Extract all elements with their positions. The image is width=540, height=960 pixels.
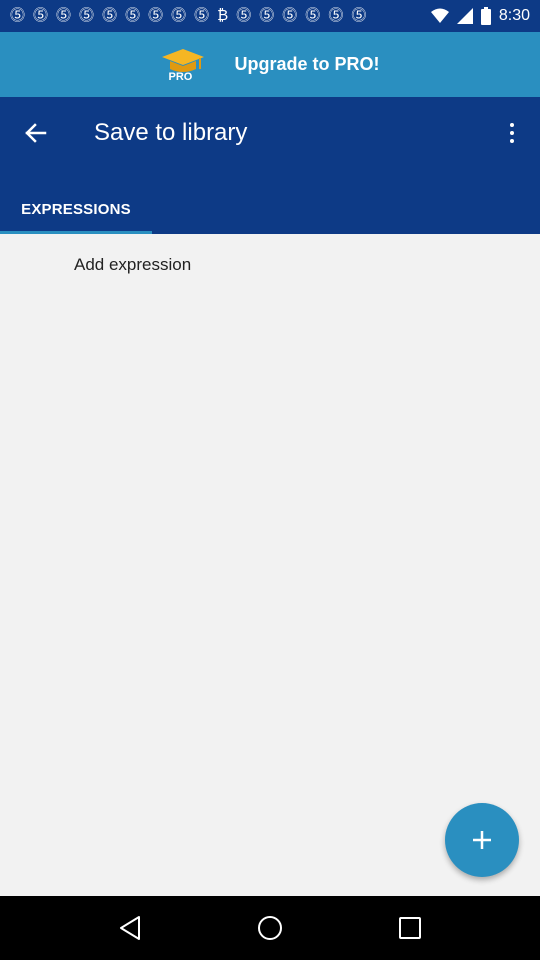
- notification-icons: ⓹ ⓹ ⓹ ⓹ ⓹ ⓹ ⓹ ⓹ ⓹ ₿ ⓹ ⓹ ⓹ ⓹ ⓹ ⓹: [10, 6, 366, 26]
- pinterest-icon: ⓹: [33, 7, 49, 24]
- upgrade-banner[interactable]: PRO Upgrade to PRO!: [0, 32, 540, 97]
- battery-icon: [480, 7, 491, 25]
- status-bar: ⓹ ⓹ ⓹ ⓹ ⓹ ⓹ ⓹ ⓹ ⓹ ₿ ⓹ ⓹ ⓹ ⓹ ⓹ ⓹ 8:30: [0, 0, 540, 32]
- pinterest-icon: ⓹: [236, 7, 252, 24]
- plus-icon: [473, 831, 491, 849]
- list-item-label: Add expression: [74, 255, 192, 274]
- nav-home-icon: [258, 916, 282, 940]
- pinterest-icon: ⓹: [10, 7, 26, 24]
- add-expression-item[interactable]: Add expression: [0, 234, 540, 296]
- app-bar: Save to library EXPRESSIONS: [0, 97, 540, 234]
- nav-recents-icon: [399, 917, 421, 939]
- pinterest-icon: ⓹: [194, 7, 210, 24]
- add-button[interactable]: [445, 803, 519, 877]
- wifi-icon: [430, 8, 449, 23]
- nav-back-icon: [120, 916, 140, 940]
- pinterest-icon: ⓹: [56, 7, 72, 24]
- pinterest-icon: ⓹: [79, 7, 95, 24]
- pinterest-icon: ⓹: [102, 7, 118, 24]
- page-title: Save to library: [94, 119, 248, 146]
- pinterest-icon: ⓹: [305, 7, 321, 24]
- pro-logo-text: PRO: [168, 70, 193, 83]
- bitcoin-icon: ₿: [217, 7, 229, 24]
- back-button[interactable]: [14, 111, 58, 155]
- more-vert-icon-dot: [510, 139, 514, 143]
- pinterest-icon: ⓹: [125, 7, 141, 24]
- overflow-menu-button[interactable]: [496, 111, 528, 155]
- nav-home-button[interactable]: [240, 898, 300, 958]
- back-arrow-icon: [25, 123, 47, 143]
- pinterest-icon: ⓹: [351, 7, 367, 24]
- pro-logo-icon: PRO: [160, 45, 206, 85]
- pinterest-icon: ⓹: [259, 7, 275, 24]
- tab-label: EXPRESSIONS: [21, 200, 131, 218]
- nav-recents-button[interactable]: [380, 898, 440, 958]
- pinterest-icon: ⓹: [148, 7, 164, 24]
- more-vert-icon-dot: [510, 131, 514, 135]
- system-nav-bar: [0, 896, 540, 960]
- nav-back-button[interactable]: [100, 898, 160, 958]
- signal-icon: [456, 8, 473, 24]
- clock: 8:30: [498, 7, 530, 24]
- pinterest-icon: ⓹: [328, 7, 344, 24]
- tab-expressions[interactable]: EXPRESSIONS: [0, 184, 152, 234]
- upgrade-title: Upgrade to PRO!: [234, 54, 380, 74]
- system-status: 8:30: [430, 6, 530, 26]
- pinterest-icon: ⓹: [282, 7, 298, 24]
- pinterest-icon: ⓹: [171, 7, 187, 24]
- more-vert-icon: [510, 123, 514, 127]
